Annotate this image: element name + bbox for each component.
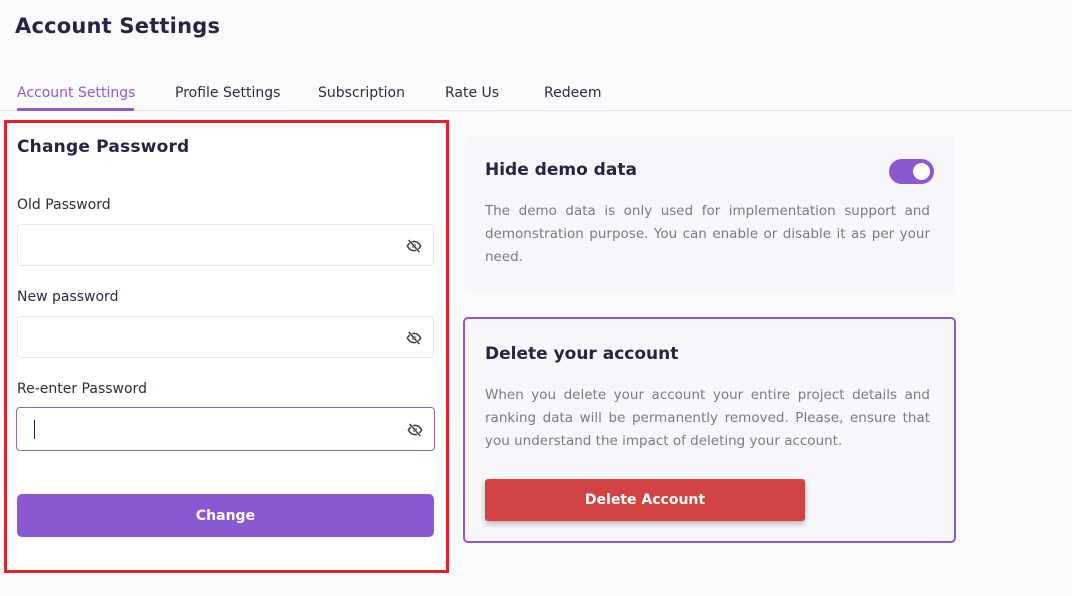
tab-account-settings[interactable]: Account Settings <box>17 85 135 101</box>
delete-account-card: Delete your account When you delete your… <box>463 317 956 543</box>
old-password-label: Old Password <box>17 197 111 213</box>
tab-subscription[interactable]: Subscription <box>318 85 405 101</box>
tab-bar: Account Settings Profile Settings Subscr… <box>0 84 1072 111</box>
old-password-input[interactable] <box>18 225 433 265</box>
delete-account-description: When you delete your account your entire… <box>485 387 930 449</box>
change-password-title: Change Password <box>17 137 190 157</box>
delete-account-title: Delete your account <box>485 344 679 364</box>
eye-slash-icon[interactable] <box>406 238 422 254</box>
eye-slash-icon[interactable] <box>406 330 422 346</box>
new-password-label: New password <box>17 289 119 305</box>
delete-account-button[interactable]: Delete Account <box>485 479 805 521</box>
active-tab-indicator <box>17 108 134 111</box>
new-password-field[interactable] <box>17 316 434 358</box>
change-password-button[interactable]: Change <box>17 494 434 537</box>
demo-data-description: The demo data is only used for implement… <box>485 203 930 265</box>
demo-data-card: Hide demo data The demo data is only use… <box>465 136 954 294</box>
old-password-field[interactable] <box>17 224 434 266</box>
toggle-knob <box>913 163 930 180</box>
demo-data-title: Hide demo data <box>485 160 637 180</box>
reenter-password-input[interactable] <box>17 408 434 450</box>
text-caret <box>34 420 35 439</box>
eye-slash-icon[interactable] <box>407 422 423 438</box>
tab-profile-settings[interactable]: Profile Settings <box>175 85 280 101</box>
new-password-input[interactable] <box>18 317 433 357</box>
tab-rate-us[interactable]: Rate Us <box>445 85 499 101</box>
tab-redeem[interactable]: Redeem <box>544 85 601 101</box>
hide-demo-data-toggle[interactable] <box>889 159 934 184</box>
reenter-password-field[interactable] <box>16 407 435 451</box>
page-title: Account Settings <box>15 14 221 38</box>
reenter-password-label: Re-enter Password <box>17 381 147 397</box>
